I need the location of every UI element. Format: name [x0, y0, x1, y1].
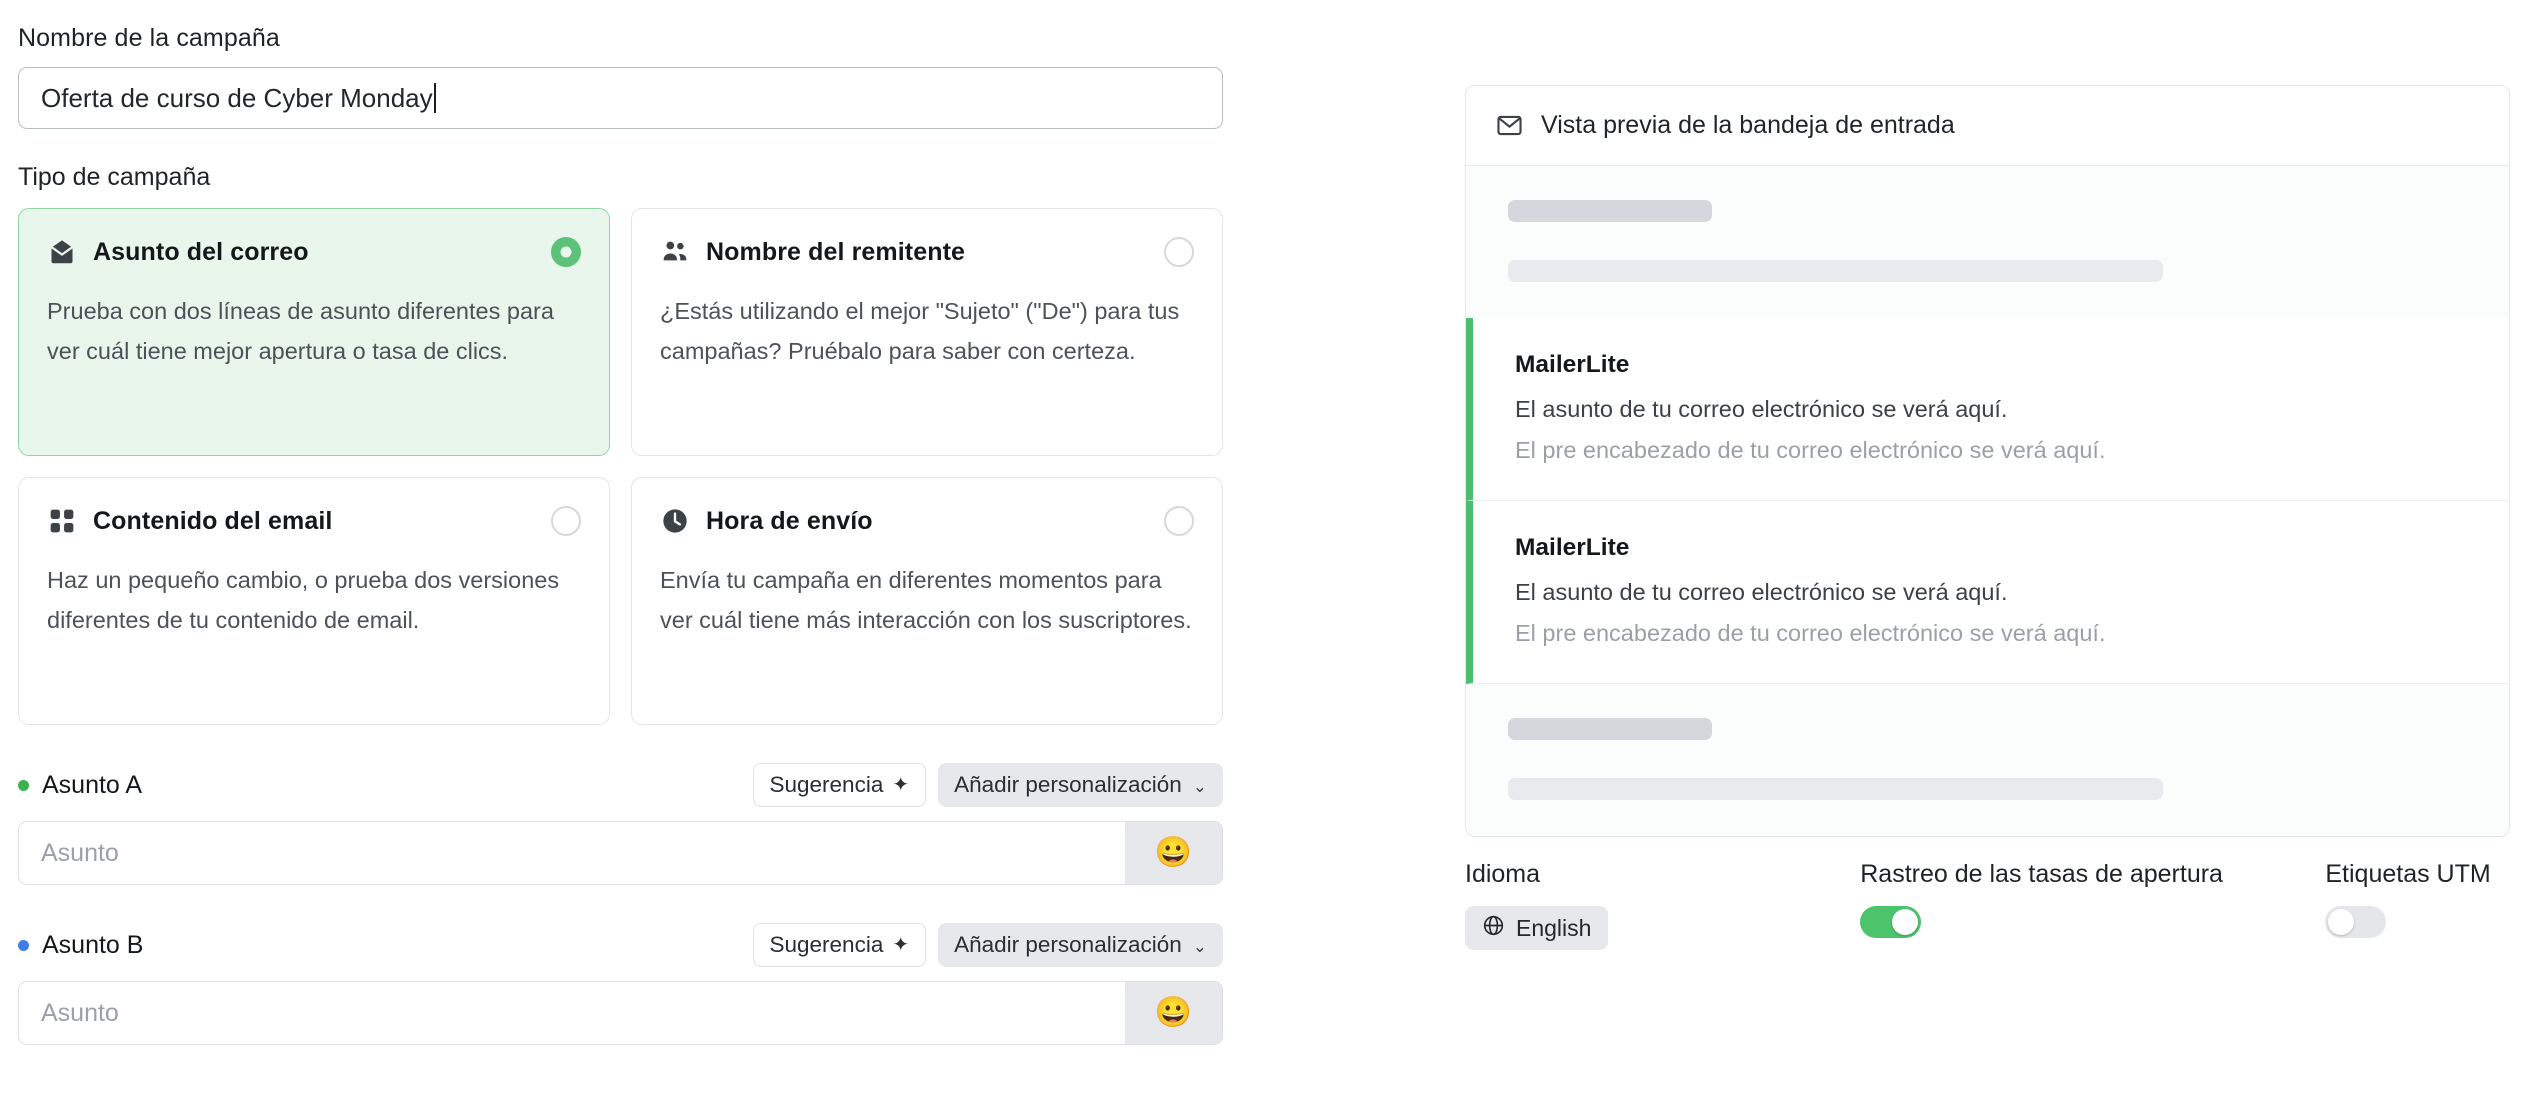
radio-button-email-content[interactable] — [551, 506, 581, 536]
inbox-preview-title: Vista previa de la bandeja de entrada — [1541, 111, 1955, 139]
skeleton-placeholder-top — [1466, 166, 2509, 318]
skeleton-bar-long — [1508, 778, 2163, 800]
subject-a-header: Asunto A Sugerencia ✦ Añadir personaliza… — [18, 763, 1223, 807]
subject-b-input-row: Asunto 😀 — [18, 981, 1223, 1045]
personalization-label: Añadir personalización — [954, 772, 1182, 797]
language-selector[interactable]: English — [1465, 906, 1609, 950]
open-tracking-toggle[interactable] — [1860, 906, 1922, 938]
inbox-preview-card: Vista previa de la bandeja de entrada Ma… — [1465, 85, 2510, 837]
preheader-line: El pre encabezado de tu correo electróni… — [1515, 620, 2106, 646]
subject-a-emoji-button[interactable]: 😀 — [1125, 822, 1222, 884]
skeleton-bar-short — [1508, 200, 1712, 222]
campaign-ab-test-page: Nombre de la campaña Oferta de curso de … — [0, 0, 2522, 1110]
campaign-type-label: Tipo de campaña — [18, 163, 211, 191]
subject-b-input[interactable]: Asunto — [19, 982, 1125, 1044]
campaign-name-label: Nombre de la campaña — [18, 24, 280, 52]
subject-a-personalization-button[interactable]: Añadir personalización ⌄ — [938, 763, 1223, 807]
subject-b-label: Asunto B — [42, 930, 144, 959]
campaign-type-grid: Asunto del correo Prueba con dos líneas … — [18, 208, 1223, 725]
campaign-type-card-send-time[interactable]: Hora de envío Envía tu campaña en difere… — [631, 477, 1223, 725]
envelope-icon — [1496, 112, 1523, 139]
language-value: English — [1516, 914, 1592, 941]
suggestion-label: Sugerencia — [769, 772, 884, 797]
subject-a-input-row: Asunto 😀 — [18, 821, 1223, 885]
radio-button-send-time[interactable] — [1164, 506, 1194, 536]
sparkles-icon: ✦ — [892, 934, 910, 956]
subject-b-indicator-dot — [18, 939, 29, 951]
utm-tags-label: Etiquetas UTM — [2325, 860, 2491, 888]
chevron-down-icon: ⌄ — [1192, 936, 1207, 956]
utm-tags-toggle[interactable] — [2325, 906, 2387, 938]
suggestion-label: Sugerencia — [769, 932, 884, 957]
subject-a-block: Asunto A Sugerencia ✦ Añadir personaliza… — [18, 763, 1223, 885]
subject-a-input[interactable]: Asunto — [19, 822, 1125, 884]
card-header: Asunto del correo — [47, 235, 581, 269]
inbox-preview-header: Vista previa de la bandeja de entrada — [1466, 86, 2509, 166]
subject-line: El asunto de tu correo electrónico se ve… — [1515, 396, 2008, 422]
open-tracking-setting: Rastreo de las tasas de apertura — [1860, 860, 2325, 950]
open-tracking-label: Rastreo de las tasas de apertura — [1860, 860, 2223, 888]
clock-icon — [660, 506, 690, 536]
envelope-open-icon — [47, 237, 77, 267]
inbox-preview-item-b[interactable]: MailerLite El asunto de tu correo electr… — [1466, 501, 2509, 684]
campaign-type-card-sender-name[interactable]: Nombre del remitente ¿Estás utilizando e… — [631, 208, 1223, 456]
language-setting: Idioma English — [1465, 860, 1860, 950]
card-description: Envía tu campaña en diferentes momentos … — [660, 567, 1192, 634]
radio-button-sender-name[interactable] — [1164, 237, 1194, 267]
utm-tags-setting: Etiquetas UTM — [2325, 860, 2522, 950]
subject-b-suggestion-button[interactable]: Sugerencia ✦ — [752, 923, 927, 967]
skeleton-placeholder-bottom — [1466, 684, 2509, 836]
campaign-type-card-email-content[interactable]: Contenido del email Haz un pequeño cambi… — [18, 477, 610, 725]
language-label: Idioma — [1465, 860, 1541, 888]
text-cursor — [433, 83, 436, 113]
skeleton-bar-short — [1508, 718, 1712, 740]
inbox-preview-item-a[interactable]: MailerLite El asunto de tu correo electr… — [1466, 318, 2509, 501]
subject-b-emoji-button[interactable]: 😀 — [1125, 982, 1222, 1044]
subject-b-personalization-button[interactable]: Añadir personalización ⌄ — [938, 923, 1223, 967]
chevron-down-icon: ⌄ — [1192, 776, 1207, 796]
campaign-settings-row: Idioma English Rastreo de las tasas de a… — [1465, 860, 2522, 950]
skeleton-bar-long — [1508, 260, 2163, 282]
personalization-label: Añadir personalización — [954, 932, 1182, 957]
globe-icon — [1482, 914, 1505, 943]
users-icon — [660, 237, 690, 267]
card-title: Hora de envío — [706, 506, 873, 535]
grinning-face-icon: 😀 — [1154, 836, 1193, 869]
card-title: Nombre del remitente — [706, 237, 966, 266]
card-description: ¿Estás utilizando el mejor "Sujeto" ("De… — [660, 298, 1180, 365]
card-header: Contenido del email — [47, 504, 581, 538]
campaign-name-input[interactable]: Oferta de curso de Cyber Monday — [18, 67, 1223, 129]
subject-a-label: Asunto A — [42, 770, 143, 799]
card-header: Nombre del remitente — [660, 235, 1194, 269]
toggle-knob — [1892, 909, 1919, 935]
subject-a-suggestion-button[interactable]: Sugerencia ✦ — [752, 763, 927, 807]
radio-button-subject[interactable] — [551, 237, 581, 267]
inbox-preview-column: Vista previa de la bandeja de entrada Ma… — [1465, 85, 2510, 837]
sparkles-icon: ✦ — [892, 774, 910, 796]
subject-b-header: Asunto B Sugerencia ✦ Añadir personaliza… — [18, 923, 1223, 967]
card-description: Prueba con dos líneas de asunto diferent… — [47, 298, 554, 365]
subject-b-block: Asunto B Sugerencia ✦ Añadir personaliza… — [18, 923, 1223, 1045]
preheader-line: El pre encabezado de tu correo electróni… — [1515, 437, 2106, 463]
subject-line: El asunto de tu correo electrónico se ve… — [1515, 579, 2008, 605]
card-description: Haz un pequeño cambio, o prueba dos vers… — [47, 567, 560, 634]
sender-name: MailerLite — [1515, 534, 1630, 561]
campaign-settings-column: Nombre de la campaña Oferta de curso de … — [18, 24, 1223, 1045]
campaign-name-value: Oferta de curso de Cyber Monday — [41, 82, 433, 113]
grinning-face-icon: 😀 — [1154, 996, 1193, 1029]
sender-name: MailerLite — [1515, 351, 1630, 378]
card-header: Hora de envío — [660, 504, 1194, 538]
subject-a-indicator-dot — [18, 779, 29, 791]
card-title: Contenido del email — [93, 506, 333, 535]
toggle-knob — [2328, 909, 2355, 935]
campaign-type-card-subject[interactable]: Asunto del correo Prueba con dos líneas … — [18, 208, 610, 456]
grid-icon — [47, 506, 77, 536]
card-title: Asunto del correo — [93, 237, 309, 266]
